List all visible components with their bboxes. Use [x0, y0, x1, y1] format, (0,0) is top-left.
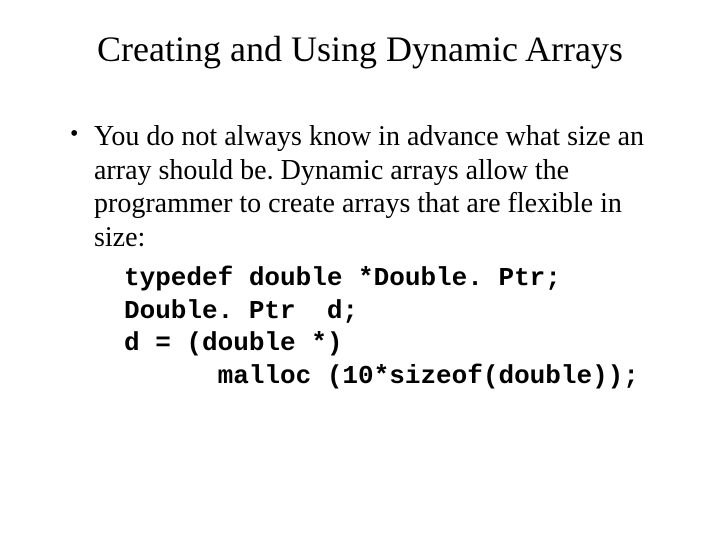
code-line-1: typedef double *Double. Ptr; — [124, 263, 561, 293]
code-line-4: malloc (10*sizeof(double)); — [124, 361, 639, 391]
code-block: typedef double *Double. Ptr; Double. Ptr… — [124, 262, 670, 392]
code-line-2: Double. Ptr d; — [124, 296, 358, 326]
slide: Creating and Using Dynamic Arrays You do… — [0, 0, 720, 540]
bullet-item: You do not always know in advance what s… — [70, 120, 670, 392]
code-line-3: d = (double *) — [124, 328, 342, 358]
slide-title: Creating and Using Dynamic Arrays — [40, 28, 680, 70]
bullet-text: You do not always know in advance what s… — [94, 121, 644, 253]
bullet-list: You do not always know in advance what s… — [40, 120, 680, 392]
